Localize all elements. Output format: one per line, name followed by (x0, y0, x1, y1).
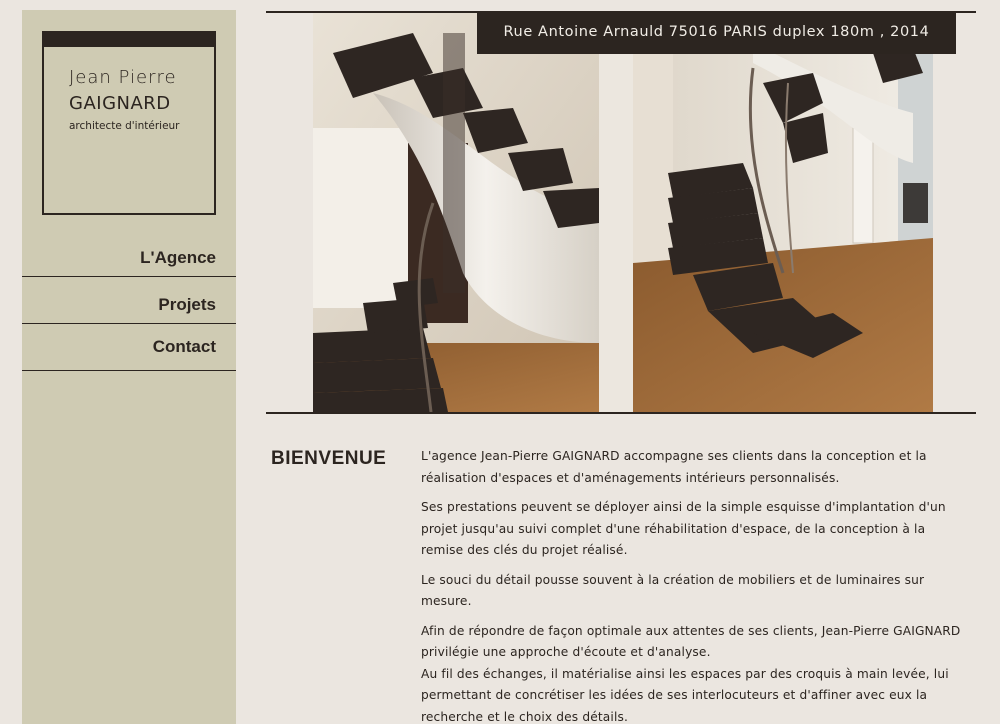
page-title: BIENVENUE (271, 448, 387, 469)
intro-paragraph: L'agence Jean-Pierre GAIGNARD accompagne… (421, 449, 927, 485)
sidebar: Jean Pierre GAIGNARD architecte d'intéri… (22, 10, 236, 724)
hero-bottom-rule (266, 412, 976, 414)
staircase-photos (313, 13, 933, 412)
intro-paragraph-part: Afin de répondre de façon optimale aux a… (421, 623, 961, 660)
nav-item-projets[interactable]: Projets (22, 277, 236, 324)
hero-caption: Rue Antoine Arnauld 75016 PARIS duplex 1… (477, 11, 956, 54)
logo-last-name: GAIGNARD (69, 93, 171, 114)
logo-first-name: Jean Pierre (69, 67, 177, 88)
intro-paragraph-part: Au fil des échanges, il matérialise ains… (421, 666, 949, 724)
intro-text: L'agence Jean-Pierre GAIGNARD accompagne… (421, 446, 971, 724)
main-nav: L'Agence Projets Contact (22, 236, 236, 371)
intro-paragraph: Le souci du détail pousse souvent à la c… (421, 572, 925, 609)
logo[interactable]: Jean Pierre GAIGNARD architecte d'intéri… (42, 31, 216, 215)
logo-tagline: architecte d'intérieur (69, 120, 180, 132)
nav-item-contact[interactable]: Contact (22, 324, 236, 371)
nav-item-agence[interactable]: L'Agence (22, 236, 236, 277)
logo-bar (44, 33, 214, 47)
intro-paragraph: Ses prestations peuvent se déployer ains… (421, 500, 946, 557)
hero-photo[interactable] (313, 13, 933, 412)
intro-paragraph: Afin de répondre de façon optimale aux a… (421, 621, 971, 724)
